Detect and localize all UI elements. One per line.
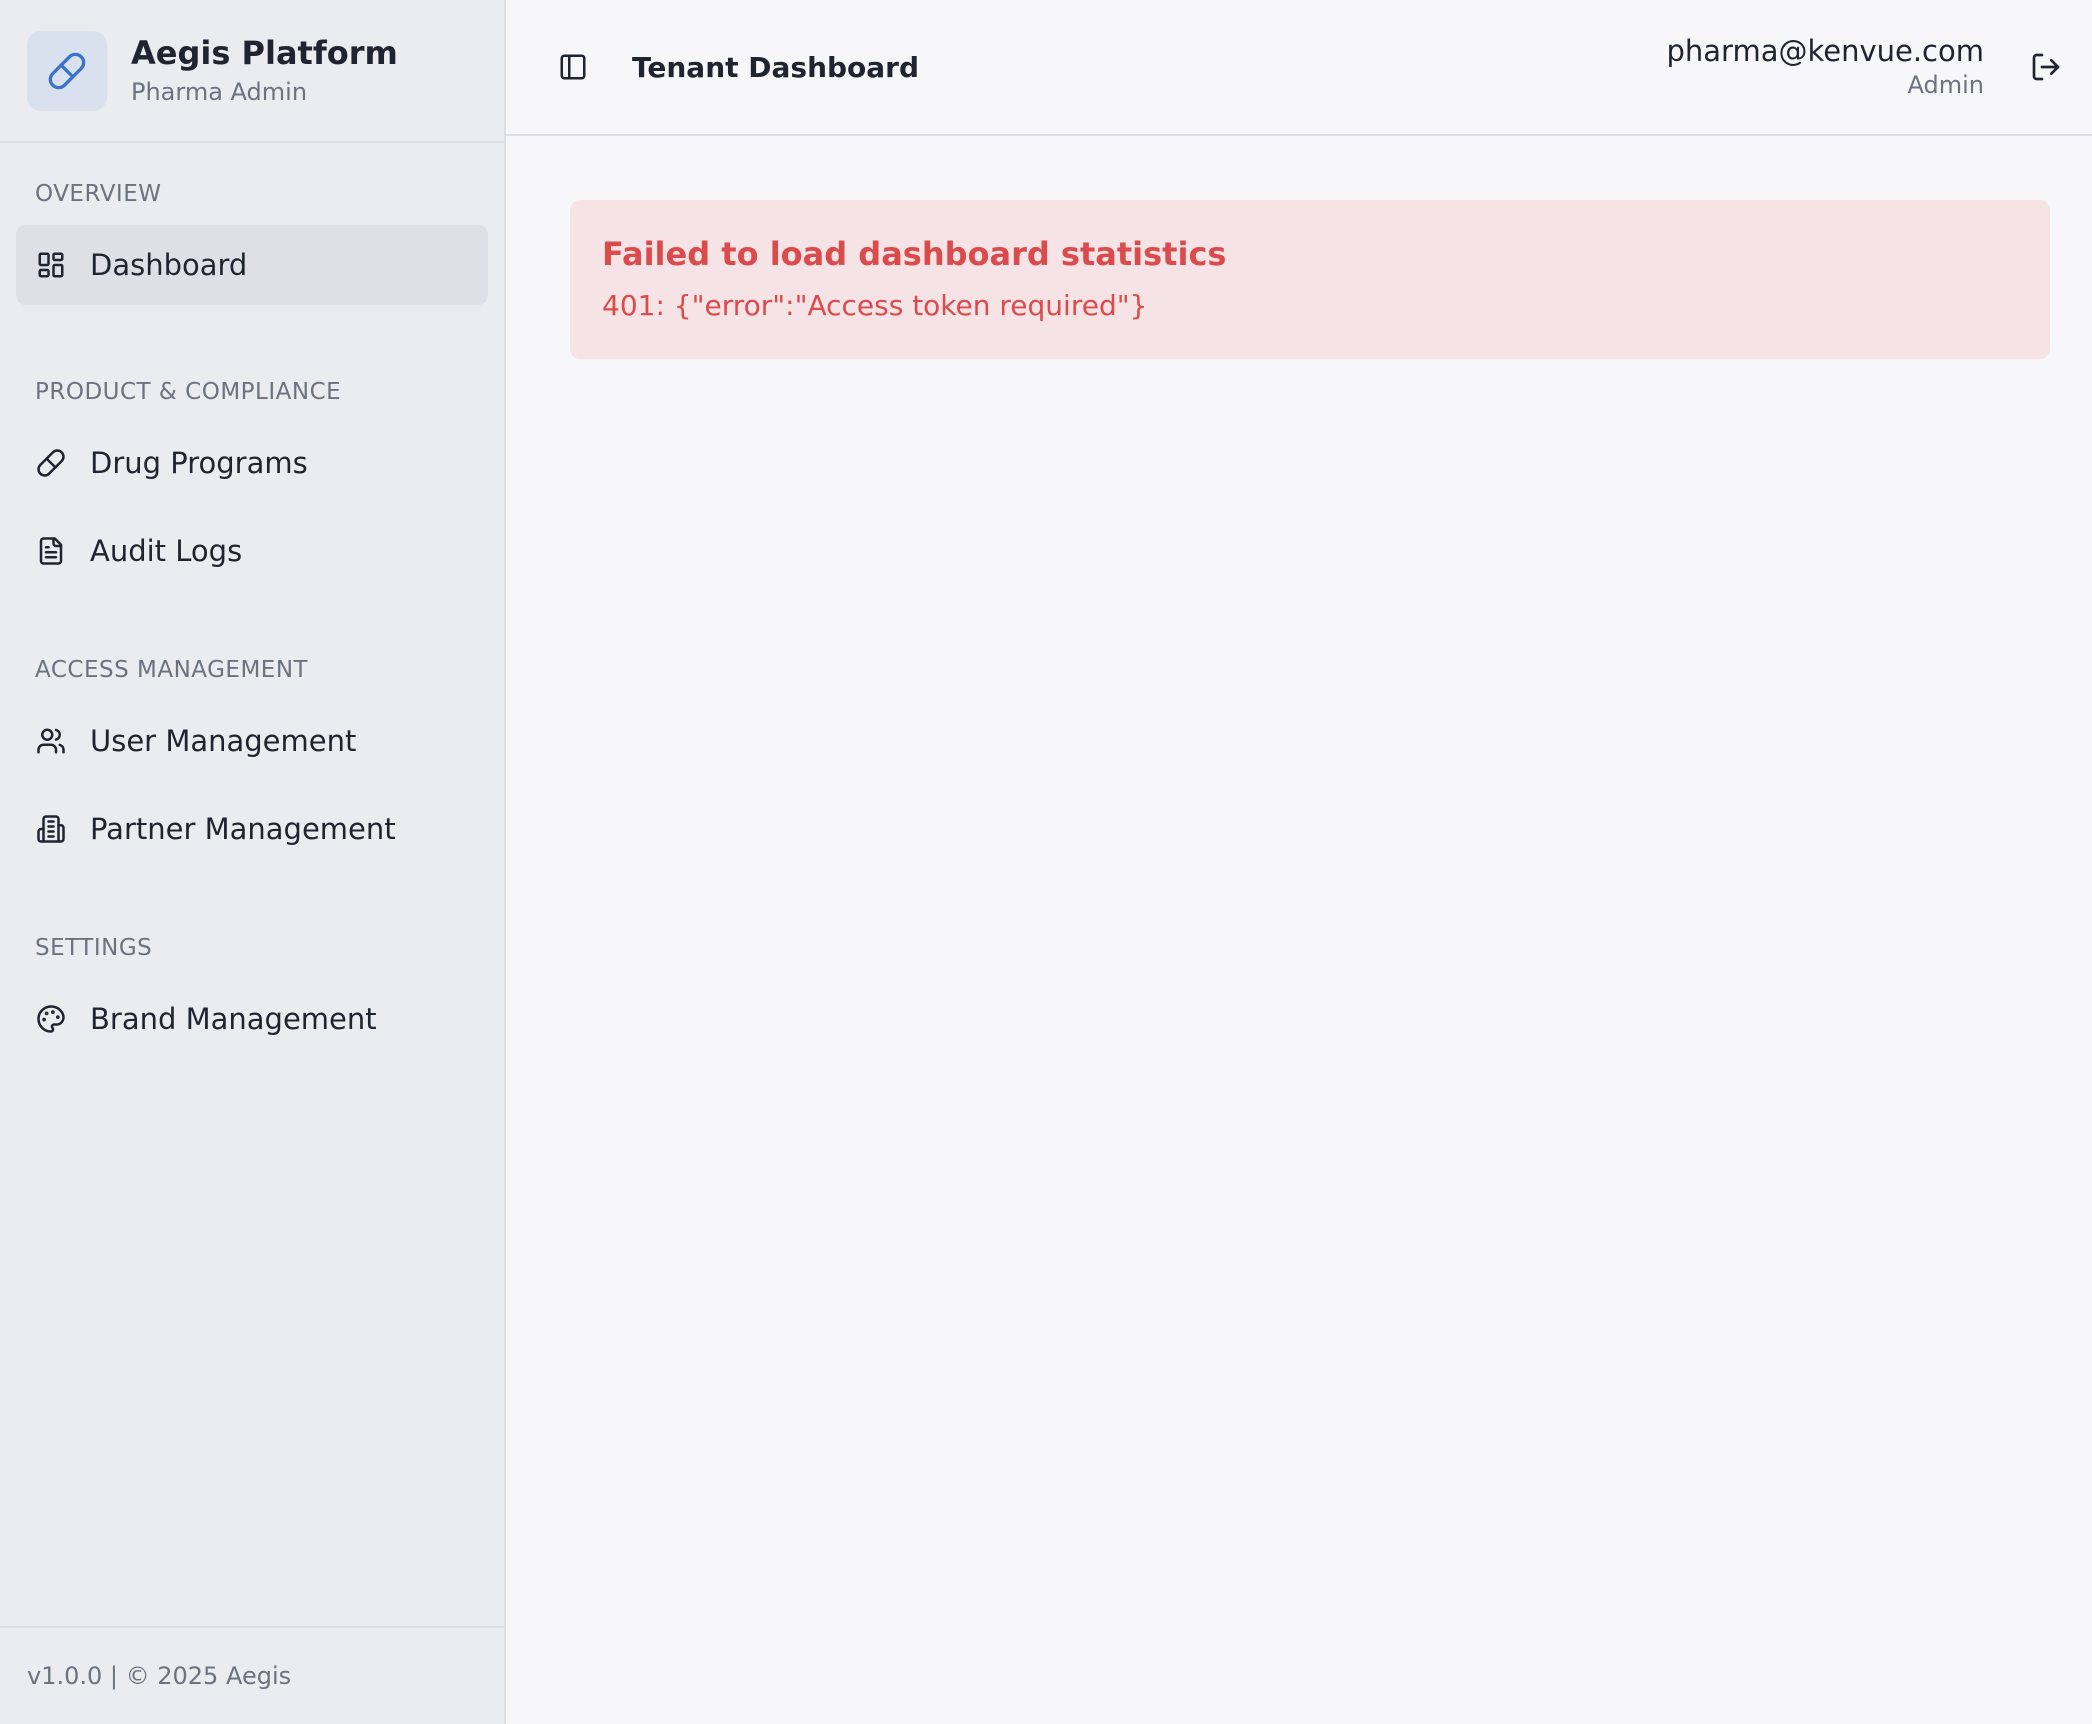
sidebar-item-label: User Management [90, 724, 357, 758]
sidebar-toggle-icon [560, 54, 586, 80]
page-title: Tenant Dashboard [632, 50, 920, 84]
sidebar-nav: OVERVIEW Dashboard PRODUCT & COMPLIANCE [0, 143, 504, 1724]
sidebar-item-label: Partner Management [90, 812, 396, 846]
brand-text: Aegis Platform Pharma Admin [131, 33, 398, 109]
brand-logo [27, 30, 107, 111]
user-role: Admin [1907, 71, 1985, 99]
app-root: Aegis Platform Pharma Admin OVERVIEW Das… [0, 0, 2092, 1724]
sidebar-item-label: Audit Logs [90, 534, 243, 568]
error-alert: Failed to load dashboard statistics 401:… [570, 200, 2050, 359]
user-info: pharma@kenvue.com Admin [1666, 33, 1984, 101]
sidebar-toggle-button[interactable] [552, 46, 594, 88]
top-bar: Tenant Dashboard pharma@kenvue.com Admin [506, 0, 2092, 136]
sidebar-item-drug-programs[interactable]: Drug Programs [16, 423, 488, 503]
section-label-settings: SETTINGS [35, 935, 153, 961]
sidebar-item-user-management[interactable]: User Management [16, 701, 488, 781]
section-label-overview: OVERVIEW [35, 181, 162, 207]
main-area: Tenant Dashboard pharma@kenvue.com Admin… [506, 0, 2092, 1724]
users-icon [34, 724, 68, 758]
user-email: pharma@kenvue.com [1666, 34, 1984, 68]
brand-header: Aegis Platform Pharma Admin [0, 0, 504, 143]
sidebar-item-audit-logs[interactable]: Audit Logs [16, 511, 488, 591]
sidebar-item-label: Drug Programs [90, 446, 308, 480]
dashboard-grid-icon [34, 248, 68, 282]
error-title: Failed to load dashboard statistics [602, 235, 1227, 273]
error-message: 401: {"error":"Access token required"} [602, 289, 1148, 322]
building-icon [34, 812, 68, 846]
sidebar-item-label: Dashboard [90, 248, 248, 282]
document-icon [34, 534, 68, 568]
logout-icon [2032, 53, 2060, 81]
sidebar-footer: v1.0.0 | © 2025 Aegis [0, 1626, 504, 1724]
sidebar-item-label: Brand Management [90, 1002, 377, 1036]
section-label-product-compliance: PRODUCT & COMPLIANCE [35, 379, 342, 405]
brand-title: Aegis Platform [131, 33, 398, 72]
brand-subtitle: Pharma Admin [131, 77, 308, 106]
sidebar-item-brand-management[interactable]: Brand Management [16, 979, 488, 1059]
pill-icon [48, 52, 86, 89]
sidebar: Aegis Platform Pharma Admin OVERVIEW Das… [0, 0, 506, 1724]
dashboard-content: Failed to load dashboard statistics 401:… [506, 136, 2092, 359]
sidebar-item-partner-management[interactable]: Partner Management [16, 789, 488, 869]
section-label-access-management: ACCESS MANAGEMENT [35, 657, 309, 683]
pill-icon [34, 446, 68, 480]
version-text: v1.0.0 | © 2025 Aegis [27, 1662, 292, 1690]
logout-button[interactable] [2024, 45, 2068, 89]
sidebar-item-dashboard[interactable]: Dashboard [16, 225, 488, 305]
palette-icon [34, 1002, 68, 1036]
